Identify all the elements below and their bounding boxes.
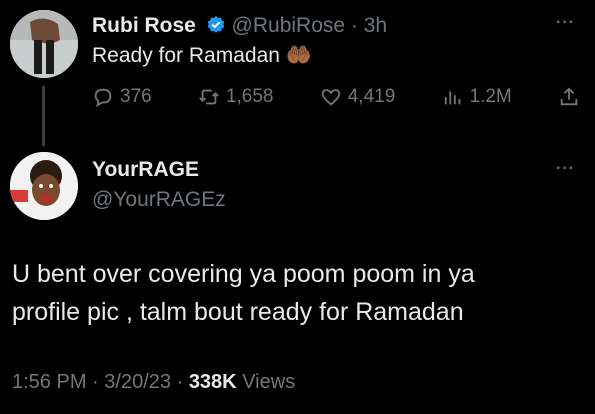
rubirose-avatar[interactable] <box>10 10 78 78</box>
tweet1-display-name[interactable]: Rubi Rose <box>92 14 196 37</box>
tweet1-handle[interactable]: @RubiRose <box>232 14 346 37</box>
tweet1-time[interactable]: 3h <box>364 14 387 37</box>
views-button[interactable]: 1.2M <box>442 86 512 108</box>
retweet-icon <box>199 89 219 105</box>
views-icon <box>444 91 460 105</box>
like-icon <box>321 89 340 106</box>
tweet2-display-name[interactable]: YourRAGE <box>92 158 199 182</box>
tweet2-text-line2: profile pic , talm bout ready for Ramada… <box>12 298 464 326</box>
retweet-count: 1,658 <box>225 86 274 107</box>
share-button[interactable] <box>558 86 580 108</box>
tweet1-text-row: Ready for Ramadan 🤲🏾 <box>92 44 312 68</box>
tweet2-meta: 1:56 PM · 3/20/23 · 338K Views <box>12 371 295 394</box>
reply-count: 376 <box>120 86 152 107</box>
tweet1-text: Ready for Ramadan <box>92 44 280 67</box>
tweet2-separator-1: · <box>92 371 99 393</box>
views-count: 1.2M <box>469 86 512 107</box>
yourrage-avatar[interactable] <box>10 152 78 220</box>
tweet2-text-line1: U bent over covering ya poom poom in ya <box>12 260 475 288</box>
tweet2-time[interactable]: 1:56 PM <box>12 371 86 393</box>
reply-button[interactable]: 376 <box>92 86 152 108</box>
tweet2-handle[interactable]: @YourRAGEz <box>92 188 226 212</box>
like-button[interactable]: 4,419 <box>320 86 396 108</box>
verified-badge-icon <box>207 15 225 33</box>
thread-line <box>42 86 45 146</box>
tweet2-views-count[interactable]: 338K <box>189 371 237 393</box>
like-count: 4,419 <box>347 86 396 107</box>
tweet1-separator: · <box>350 14 358 37</box>
tweet1-more-button[interactable]: ··· <box>556 14 575 32</box>
tweet1-header: Rubi Rose @RubiRose · 3h <box>92 14 387 38</box>
tweet2-views-label: Views <box>242 371 296 393</box>
retweet-button[interactable]: 1,658 <box>198 86 274 108</box>
tweet2-separator-2: · <box>176 371 184 393</box>
tweet2-more-button[interactable]: ··· <box>556 160 575 178</box>
reply-icon <box>94 88 112 108</box>
praying-hands-emoji: 🤲🏾 <box>285 44 312 67</box>
tweet2-date[interactable]: 3/20/23 <box>104 371 171 393</box>
tweet1-actions: 376 1,658 4,419 1.2M <box>92 86 580 108</box>
share-icon <box>560 87 578 106</box>
tweet2-text: U bent over covering ya poom poom in ya … <box>12 255 582 331</box>
